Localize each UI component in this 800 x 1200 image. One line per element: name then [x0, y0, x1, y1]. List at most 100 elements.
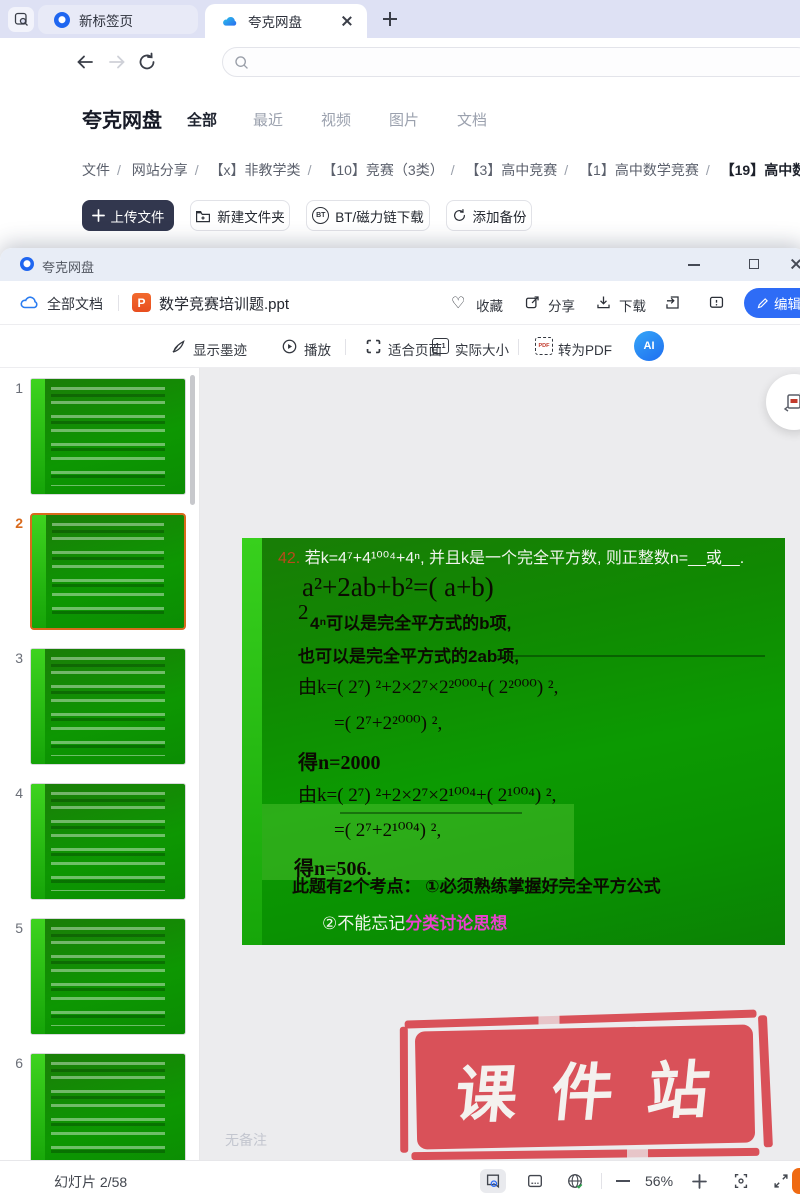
zoom-out-button[interactable] [610, 1169, 636, 1193]
equation-1: 由k=( 2⁷) ²+2×2⁷×2²⁰⁰⁰+( 2²⁰⁰⁰) ², [298, 672, 558, 699]
equation-2: 由k=( 2⁷) ²+2×2⁷×2¹⁰⁰⁴+( 2¹⁰⁰⁴) ², [298, 780, 556, 807]
stamp-border [411, 1148, 759, 1160]
breadcrumb: 文件/ 网站分享/ 【x】非教学类/ 【10】竞赛（3类）/ 【3】高中竞赛/ … [82, 160, 800, 180]
actual-size-label[interactable]: 实际大小 [455, 339, 509, 359]
slide-counter: 幻灯片 2/58 [54, 1172, 127, 1192]
slide-thumbnail[interactable] [30, 378, 186, 495]
tab-label: 夸克网盘 [248, 11, 302, 31]
to-pdf-label[interactable]: 转为PDF [558, 339, 612, 359]
maximize-icon[interactable] [749, 259, 759, 269]
tab-search-button[interactable] [8, 7, 34, 32]
ink-quill-icon[interactable] [170, 338, 187, 355]
slide-thumbnail[interactable] [30, 648, 186, 765]
download-label[interactable]: 下载 [619, 295, 646, 315]
globe-check-icon [566, 1172, 584, 1190]
cloud-drive-icon [222, 14, 239, 28]
viewer-title-bar: 夸克网盘 [0, 248, 800, 281]
slide-title-line: 42. 若k=4⁷+4¹⁰⁰⁴+4ⁿ, 并且k是一个完全平方数, 则正整数n=_… [278, 544, 744, 568]
notes-placeholder: 无备注 [225, 1130, 267, 1150]
play-icon[interactable] [281, 338, 298, 355]
current-slide: 42. 若k=4⁷+4¹⁰⁰⁴+4ⁿ, 并且k是一个完全平方数, 则正整数n=_… [242, 538, 785, 945]
key-point-2-white: ②不能忘记 [322, 914, 405, 933]
pdf-float-button[interactable] [766, 374, 800, 430]
breadcrumb-item[interactable]: 【x】非教学类 [210, 162, 301, 178]
slide-thumbnail[interactable] [30, 783, 186, 900]
favorite-heart-icon[interactable]: ♡ [451, 293, 465, 313]
slide-thumbnail[interactable] [30, 918, 186, 1035]
problem-number: 42. [278, 550, 300, 567]
address-search-input[interactable] [222, 47, 800, 77]
fullscreen-icon [772, 1172, 790, 1190]
slide-number: 5 [0, 918, 30, 1035]
stamp-body: 课件站 [415, 1024, 755, 1149]
save-to-drive-icon[interactable] [664, 294, 681, 311]
key-point-2-highlight: 分类讨论思想 [405, 914, 507, 933]
breadcrumb-sep: / [706, 162, 710, 178]
fit-page-icon[interactable] [365, 338, 382, 355]
thumbnail-panel-toggle[interactable] [480, 1169, 506, 1193]
breadcrumb-item[interactable]: 网站分享 [132, 162, 188, 178]
translate-globe-button[interactable] [562, 1169, 588, 1193]
breadcrumb-item[interactable]: 【1】高中数学竞赛 [579, 162, 699, 178]
share-label[interactable]: 分享 [548, 295, 575, 315]
quark-logo-icon [54, 12, 70, 28]
tab-quark-drive[interactable]: 夸克网盘 [205, 4, 367, 38]
edit-button[interactable]: 编辑 [744, 288, 800, 318]
notes-toggle[interactable] [522, 1169, 548, 1193]
breadcrumb-item[interactable]: 【10】竞赛（3类） [322, 162, 443, 178]
play-label[interactable]: 播放 [304, 339, 331, 359]
one-to-one-icon[interactable]: 1:1 [432, 338, 449, 354]
bt-download-button[interactable]: BT BT/磁力链下载 [306, 200, 430, 231]
file-name: 数学竞赛培训题.ppt [159, 293, 289, 314]
slide-thumbnail[interactable] [30, 1053, 186, 1160]
feedback-icon[interactable] [708, 294, 725, 311]
tab-all[interactable]: 全部 [187, 109, 217, 130]
upload-button[interactable]: 上传文件 [82, 200, 174, 231]
viewer-window: 夸克网盘 全部文档 P 数学竞赛培训题.ppt ♡ 收藏 分享 下载 编辑 [0, 248, 800, 1200]
ai-assistant-button[interactable]: AI [634, 331, 664, 361]
all-docs-link[interactable]: 全部文档 [47, 294, 103, 314]
focus-mode-button[interactable] [728, 1169, 754, 1193]
breadcrumb-item[interactable]: 【3】高中竞赛 [465, 162, 557, 178]
new-folder-label: 新建文件夹 [217, 206, 285, 226]
slide-number: 6 [0, 1053, 30, 1160]
slide-number: 3 [0, 648, 30, 765]
tab-recent[interactable]: 最近 [253, 109, 283, 130]
stamp-border [758, 1015, 773, 1147]
favorite-label[interactable]: 收藏 [476, 295, 503, 315]
slide-left-strip [242, 538, 262, 945]
forward-icon[interactable] [106, 51, 128, 73]
tab-video[interactable]: 视频 [321, 109, 351, 130]
tab-close-icon[interactable] [341, 15, 353, 27]
breadcrumb-item[interactable]: 文件 [82, 162, 110, 178]
result-1: 得n=2000 [298, 746, 381, 775]
minimize-icon[interactable] [688, 264, 700, 266]
tab-image[interactable]: 图片 [389, 109, 419, 130]
presentation-play-button[interactable] [792, 1168, 800, 1194]
show-ink-label[interactable]: 显示墨迹 [193, 339, 247, 359]
zoom-in-button[interactable] [686, 1169, 712, 1193]
pdf-convert-icon[interactable]: PDF [535, 337, 553, 355]
viewer-content: 42. 若k=4⁷+4¹⁰⁰⁴+4ⁿ, 并且k是一个完全平方数, 则正整数n=_… [200, 368, 800, 1160]
close-icon[interactable] [790, 258, 800, 270]
download-icon[interactable] [595, 294, 612, 311]
back-icon[interactable] [74, 51, 96, 73]
formula-wrap-sup: 2 [298, 600, 309, 625]
panel-eye-icon [484, 1172, 502, 1190]
tab-new-page[interactable]: 新标签页 [38, 5, 198, 34]
viewer-toolbar: 全部文档 P 数学竞赛培训题.ppt ♡ 收藏 分享 下载 编辑 [0, 281, 800, 325]
bt-icon: BT [312, 207, 329, 224]
slide-thumbnail[interactable] [30, 513, 186, 630]
folder-plus-icon [195, 209, 211, 223]
sidebar-scrollbar[interactable] [190, 375, 195, 505]
tab-doc[interactable]: 文档 [457, 109, 487, 130]
share-icon[interactable] [524, 294, 541, 311]
new-folder-button[interactable]: 新建文件夹 [190, 200, 290, 231]
screen: 新标签页 夸克网盘 夸克网盘 全部 最近 视频 图片 文档 文件/ 网站分享/ … [0, 0, 800, 1200]
slide-number: 1 [0, 378, 30, 495]
refresh-icon[interactable] [136, 51, 158, 73]
fullscreen-button[interactable] [768, 1169, 794, 1193]
divider [345, 339, 346, 355]
pdf-convert-float-icon [782, 390, 800, 414]
backup-button[interactable]: 添加备份 [446, 200, 532, 231]
